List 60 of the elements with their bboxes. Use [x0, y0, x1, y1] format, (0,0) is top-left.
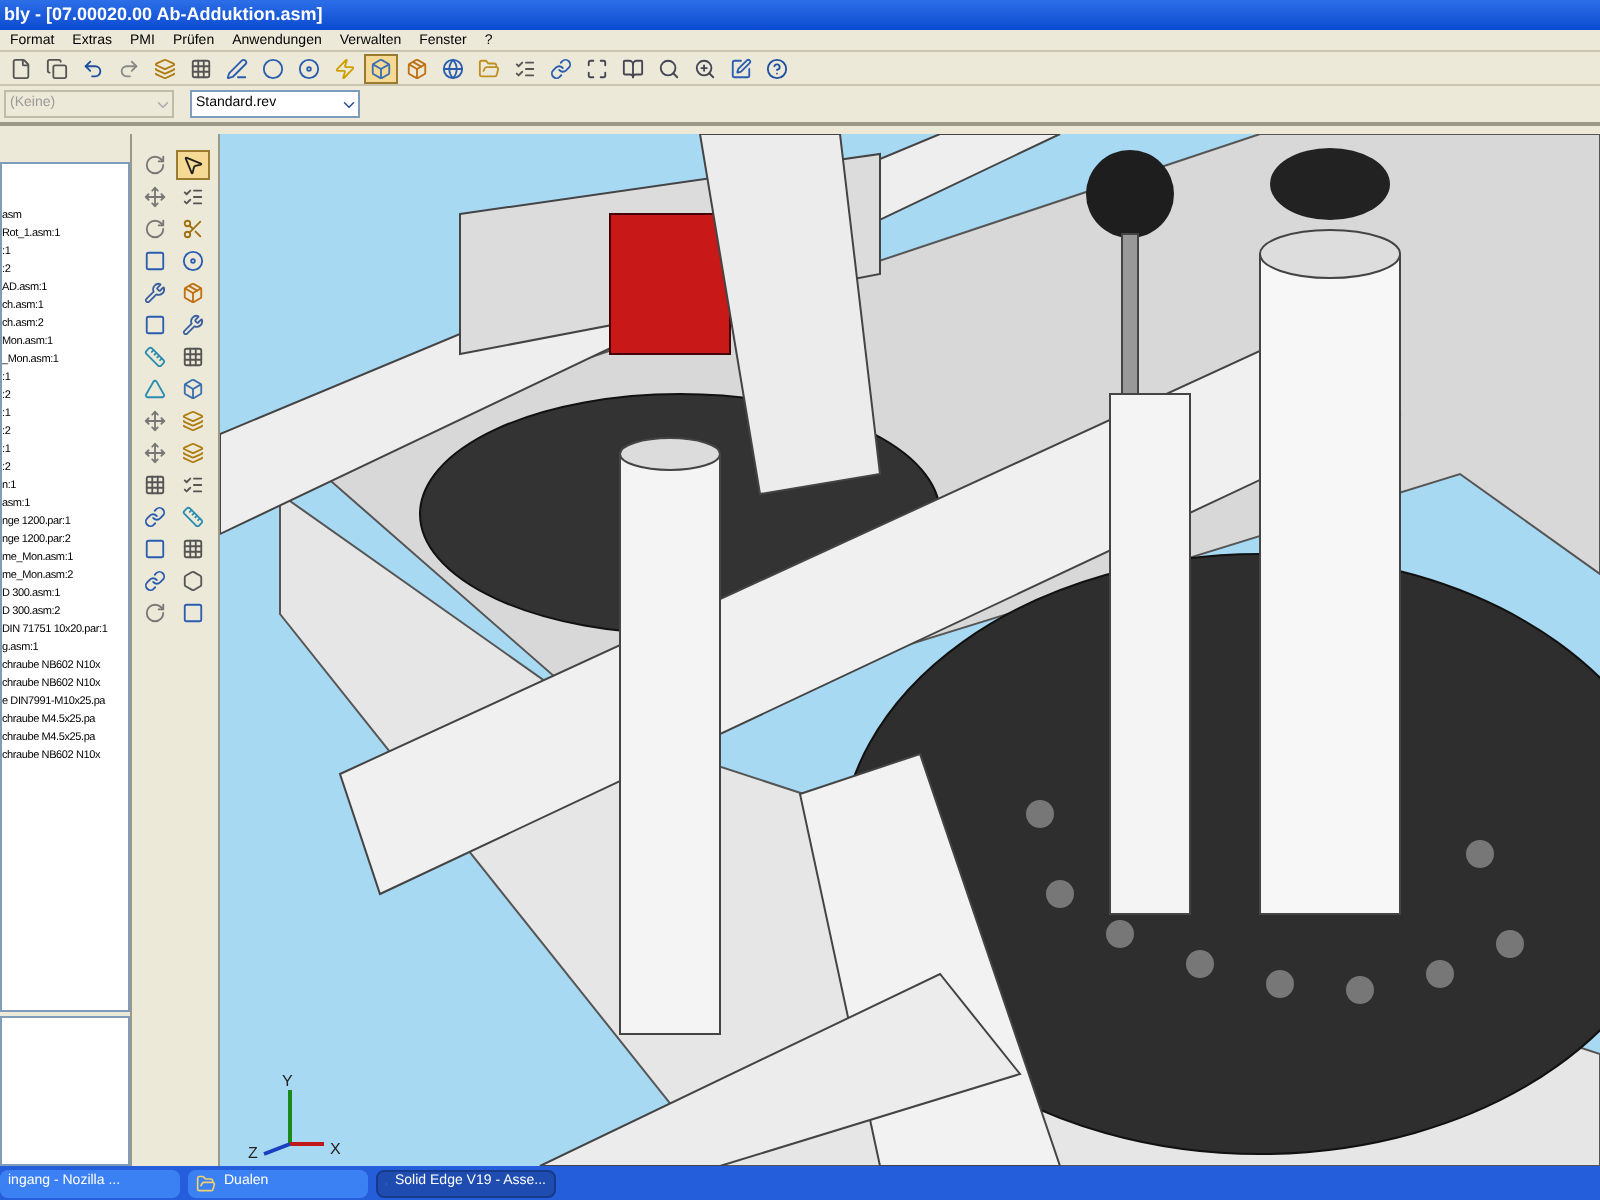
- folder-icon: [196, 1173, 216, 1193]
- hexagon-icon: [182, 570, 204, 592]
- axis-label: X: [330, 1140, 341, 1158]
- axis-triad-icon: [263, 1090, 324, 1156]
- disc-icon: [298, 57, 320, 79]
- move-icon: [144, 442, 166, 464]
- globe-icon: [442, 57, 464, 79]
- bolt-icon: [334, 57, 356, 79]
- ruler-icon: [144, 346, 166, 368]
- list-icon: [514, 57, 536, 79]
- fit-icon: [586, 57, 608, 79]
- folder-icon: [478, 57, 500, 79]
- list-icon: [182, 186, 204, 208]
- pointer-icon: [182, 154, 204, 176]
- circle-icon: [262, 57, 284, 79]
- rotate-icon: [144, 154, 166, 176]
- book-icon: [622, 57, 644, 79]
- link-icon: [144, 570, 166, 592]
- layers-icon: [182, 410, 204, 432]
- square-icon: [144, 250, 166, 272]
- scissors-icon: [182, 218, 204, 240]
- axis-label: Z: [248, 1144, 258, 1162]
- grid-icon: [144, 474, 166, 496]
- zoom-icon: [694, 57, 716, 79]
- file-icon: [10, 57, 32, 79]
- edit-icon: [730, 57, 752, 79]
- copy-icon: [46, 57, 68, 79]
- layers-icon: [154, 57, 176, 79]
- move-icon: [144, 410, 166, 432]
- box-icon: [182, 378, 204, 400]
- grid-icon: [182, 538, 204, 560]
- undo-icon: [82, 57, 104, 79]
- grid-icon: [190, 57, 212, 79]
- cube-icon: [406, 57, 428, 79]
- search-icon: [658, 57, 680, 79]
- rotate-icon: [144, 218, 166, 240]
- link-icon: [144, 506, 166, 528]
- grid-icon: [182, 346, 204, 368]
- triangle-icon: [144, 378, 166, 400]
- help-icon: [766, 57, 788, 79]
- move-icon: [144, 186, 166, 208]
- box-icon: [370, 57, 392, 79]
- square-icon: [144, 538, 166, 560]
- disc-icon: [182, 250, 204, 272]
- square-icon: [144, 314, 166, 336]
- redo-icon: [118, 57, 140, 79]
- ruler-icon: [182, 506, 204, 528]
- layers-icon: [182, 442, 204, 464]
- window-title: bly - [07.00020.00 Ab-Adduktion.asm]: [4, 1, 323, 28]
- wrench-icon: [144, 282, 166, 304]
- square-icon: [182, 602, 204, 624]
- box-tool-button[interactable]: [364, 53, 398, 83]
- pointer-tool-button[interactable]: [176, 150, 210, 180]
- list-icon: [182, 474, 204, 496]
- axis-label: Y: [282, 1072, 293, 1090]
- link-icon: [550, 57, 572, 79]
- rotate-icon: [144, 602, 166, 624]
- cube-icon: [182, 282, 204, 304]
- wrench-icon: [182, 314, 204, 336]
- pencil-icon: [226, 57, 248, 79]
